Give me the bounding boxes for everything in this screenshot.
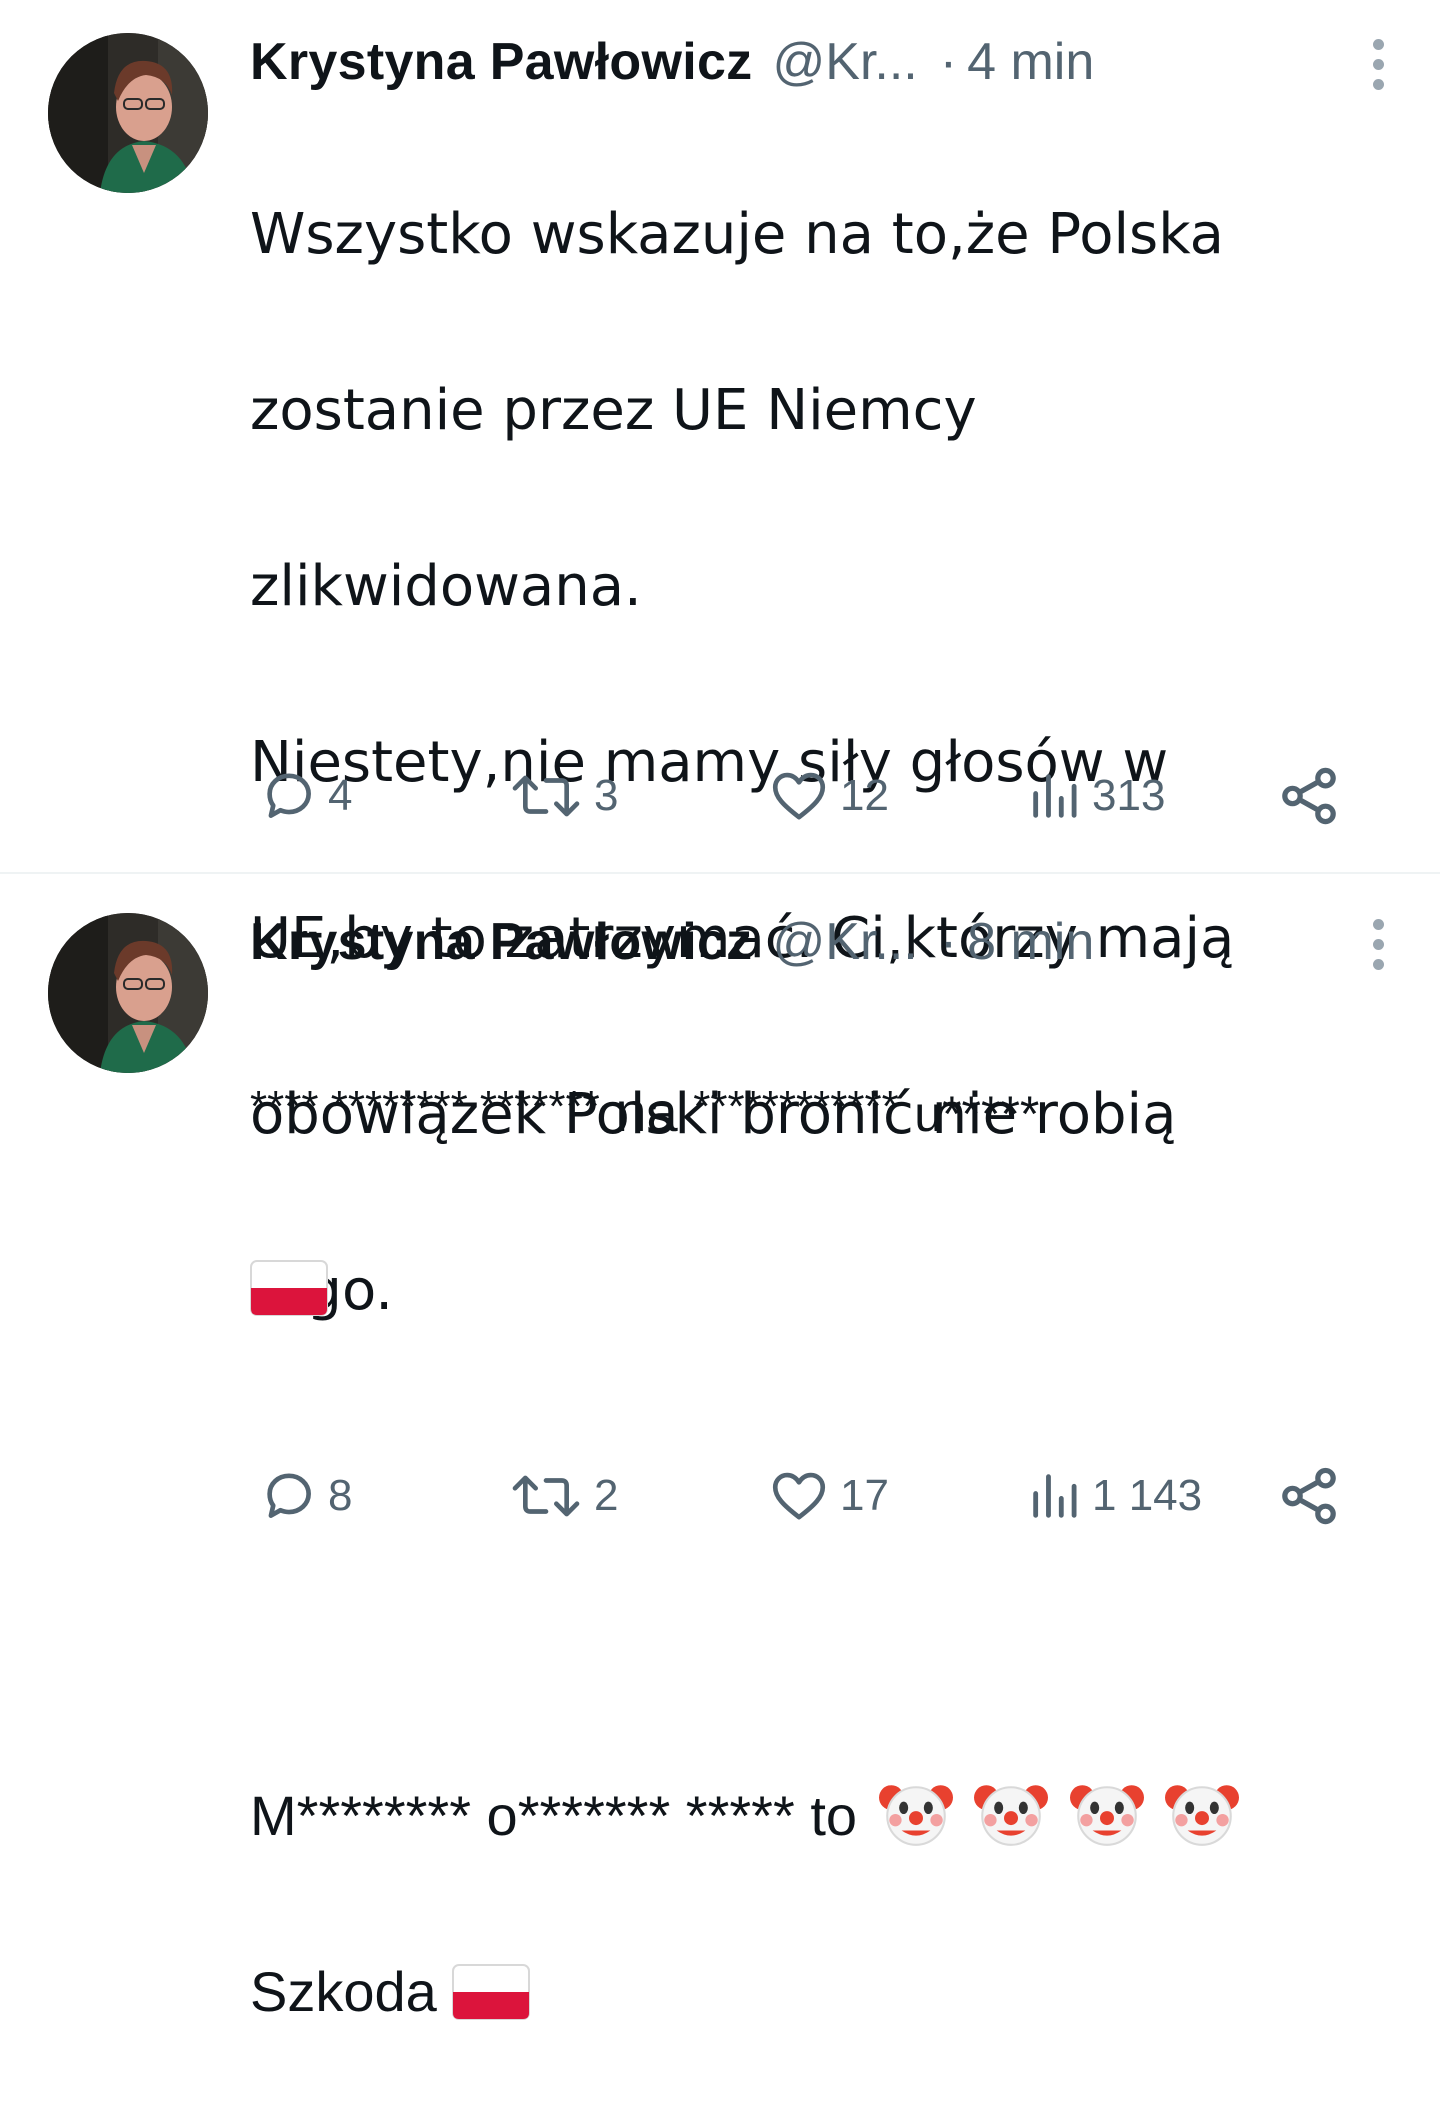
more-dot-icon — [1372, 938, 1384, 950]
tweet[interactable]: Krystyna Pawłowicz @Kr... · 4 min Wszyst… — [0, 0, 1440, 1323]
more-dot-icon — [1372, 958, 1384, 970]
like-button[interactable]: 17 — [766, 1456, 889, 1536]
repost-icon — [512, 1475, 580, 1517]
like-button[interactable]: 12 — [766, 756, 889, 836]
tweet-text-line: zostanie przez UE Niemcy — [250, 378, 977, 443]
tweet-text-line: Szkoda — [250, 1948, 1380, 2036]
timestamp[interactable]: 8 min — [967, 910, 1094, 974]
separator-dot: · — [939, 913, 958, 971]
reply-count: 8 — [328, 1471, 353, 1520]
reply-button[interactable]: 4 — [258, 756, 352, 836]
timestamp[interactable]: 4 min — [967, 30, 1094, 94]
tweet-text-line — [250, 1244, 1380, 1332]
word-text: na — [615, 1080, 678, 1143]
author-avatar[interactable] — [48, 913, 208, 1073]
like-count: 12 — [840, 771, 889, 820]
clown-face-icon — [974, 1785, 1049, 1847]
more-dot-icon — [1372, 38, 1384, 50]
polish-flag-icon — [452, 1964, 531, 2021]
views-button[interactable]: 1 143 — [1026, 1456, 1202, 1536]
tweet-actions: 4 3 12 313 — [250, 756, 1344, 836]
heart-icon — [772, 772, 826, 820]
tweet-text-line: Wszystko wskazuje na to,że Polska — [250, 202, 1224, 267]
author-name[interactable]: Krystyna Pawłowicz — [250, 30, 752, 94]
tweet-text-line: **** ******** ******* na ************ u*… — [250, 1068, 1380, 1156]
share-icon — [1282, 1467, 1336, 1525]
word-text: Szkoda — [250, 1960, 437, 2023]
censored-text: u***** — [914, 1086, 1040, 1142]
author-name[interactable]: Krystyna Pawłowicz — [250, 910, 752, 974]
views-icon — [1033, 774, 1077, 818]
more-dot-icon — [1372, 918, 1384, 930]
share-button[interactable] — [1276, 756, 1342, 836]
more-options-button[interactable] — [1356, 912, 1400, 976]
reply-icon — [267, 1473, 311, 1518]
censored-text: **** ******** ******* — [250, 1082, 600, 1131]
repost-button[interactable]: 3 — [506, 756, 618, 836]
reply-count: 4 — [328, 771, 353, 820]
like-count: 17 — [840, 1471, 889, 1520]
more-options-button[interactable] — [1356, 32, 1400, 96]
clown-face-icon — [878, 1785, 953, 1847]
view-count: 313 — [1092, 771, 1166, 820]
more-dot-icon — [1372, 58, 1384, 70]
share-button[interactable] — [1276, 1456, 1342, 1536]
more-dot-icon — [1372, 78, 1384, 90]
tweet-actions: 8 2 17 1 143 — [250, 1456, 1344, 1536]
author-handle[interactable]: @Kr... — [772, 30, 917, 94]
polish-flag-icon — [250, 1260, 328, 1317]
author-avatar[interactable] — [48, 33, 208, 193]
share-icon — [1282, 767, 1336, 825]
views-icon — [1033, 1474, 1077, 1518]
censored-text: ************ — [693, 1082, 899, 1131]
clown-face-icon — [1069, 1785, 1144, 1847]
word-text: to — [810, 1784, 858, 1847]
reply-button[interactable]: 8 — [258, 1456, 352, 1536]
repost-count: 2 — [594, 1471, 619, 1520]
tweet-text: **** ******** ******* na ************ u*… — [250, 980, 1380, 2124]
tweet-header: Krystyna Pawłowicz @Kr... · 8 min — [250, 910, 1400, 974]
reply-icon — [267, 773, 311, 818]
clown-face-icon — [1165, 1785, 1240, 1847]
tweet-header: Krystyna Pawłowicz @Kr... · 4 min — [250, 30, 1400, 94]
heart-icon — [772, 1472, 826, 1520]
separator-dot: · — [939, 33, 958, 91]
view-count: 1 143 — [1092, 1471, 1203, 1520]
tweet[interactable]: Krystyna Pawłowicz @Kr... · 8 min **** *… — [0, 874, 1440, 2023]
tweet-text-line: M******** o******* ***** to — [250, 1772, 1380, 1860]
repost-button[interactable]: 2 — [506, 1456, 618, 1536]
censored-text: M******** o******* ***** — [250, 1784, 795, 1847]
views-button[interactable]: 313 — [1026, 756, 1165, 836]
author-handle[interactable]: @Kr... — [772, 910, 917, 974]
repost-count: 3 — [594, 771, 619, 820]
repost-icon — [512, 775, 580, 817]
tweet-text-line: zlikwidowana. — [250, 554, 642, 619]
